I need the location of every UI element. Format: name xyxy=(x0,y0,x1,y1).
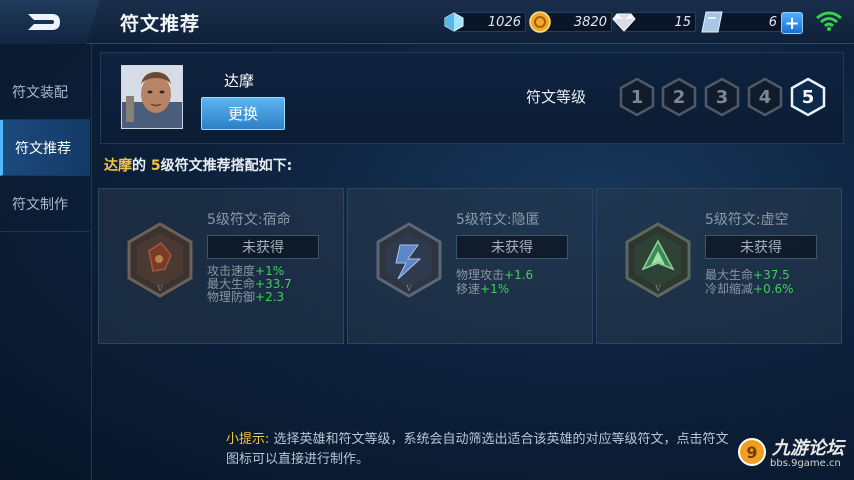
watermark-url: bbs.9game.cn xyxy=(770,458,841,469)
recommend-level: 5 xyxy=(150,158,161,174)
page-title: 符文推荐 xyxy=(120,13,201,35)
rune-void-icon: V xyxy=(625,222,691,298)
voucher-counter: 6 xyxy=(700,10,782,34)
hero-portrait-art xyxy=(122,66,182,128)
level-option-label: 1 xyxy=(630,86,644,108)
rune-attr: 物理攻击+1.6 xyxy=(456,268,534,282)
diamond-icon xyxy=(612,10,636,34)
level-option-1[interactable]: 1 xyxy=(618,77,656,117)
sidebar-item-rune-craft[interactable]: 符文制作 xyxy=(0,176,90,232)
rune-name: 5级符文:宿命 xyxy=(207,212,291,228)
voucher-icon xyxy=(700,10,724,34)
recharge-plus-button[interactable]: + xyxy=(781,12,803,34)
back-button[interactable] xyxy=(0,0,100,44)
level-option-2[interactable]: 2 xyxy=(660,77,698,117)
hero-portrait[interactable] xyxy=(121,65,183,129)
hero-name: 达摩 xyxy=(224,72,255,90)
rune-card-stealth[interactable]: V 5级符文:隐匿 未获得 物理攻击+1.6 移速+1% xyxy=(347,188,593,344)
recommend-hero-name: 达摩 xyxy=(104,158,132,174)
level-option-label: 3 xyxy=(715,86,729,108)
tip-text: 小提示: 选择英雄和符文等级，系统会自动筛选出适合该英雄的对应等级符文，点击符文… xyxy=(226,430,736,470)
sidebar-item-rune-recommend[interactable]: 符文推荐 xyxy=(0,120,90,176)
rune-card-void[interactable]: V 5级符文:虚空 未获得 最大生命+37.5 冷却缩减+0.6% xyxy=(596,188,842,344)
sidebar-item-rune-assemble[interactable]: 符文装配 xyxy=(0,64,90,120)
rune-status: 未获得 xyxy=(705,235,817,259)
svg-text:9: 9 xyxy=(746,443,757,462)
rune-name: 5级符文:虚空 xyxy=(705,212,789,228)
sidebar: 符文装配 符文推荐 符文制作 xyxy=(0,44,92,480)
rune-attr: 移速+1% xyxy=(456,282,510,296)
rune-stealth-icon: V xyxy=(376,222,442,298)
svg-text:V: V xyxy=(156,284,163,293)
rune-name: 5级符文:隐匿 xyxy=(456,212,540,228)
level-option-5[interactable]: 5 xyxy=(789,77,827,117)
recommend-suffix: 级符文推荐搭配如下: xyxy=(160,158,293,174)
wifi-icon xyxy=(815,10,843,36)
level-option-label: 4 xyxy=(758,86,772,108)
svg-text:V: V xyxy=(405,284,412,293)
tip-label: 小提示: xyxy=(226,432,270,447)
gold-counter: 3820 xyxy=(528,10,612,34)
rune-status: 未获得 xyxy=(207,235,319,259)
tip-body: 选择英雄和符文等级，系统会自动筛选出适合该英雄的对应等级符文，点击符文图标可以直… xyxy=(226,432,729,467)
level-option-3[interactable]: 3 xyxy=(703,77,741,117)
crystal-counter: 1026 xyxy=(442,10,526,34)
top-bar: 符文推荐 1026 3820 15 6 + xyxy=(0,0,854,44)
rune-attr: 最大生命+37.5 xyxy=(705,268,790,282)
level-option-4[interactable]: 4 xyxy=(746,77,784,117)
rune-status: 未获得 xyxy=(456,235,568,259)
level-option-label: 5 xyxy=(801,86,815,108)
rune-attr: 冷却缩减+0.6% xyxy=(705,282,794,296)
back-arrow-icon xyxy=(28,14,60,30)
level-option-label: 2 xyxy=(672,86,686,108)
rune-fate-icon: V xyxy=(127,222,193,298)
gold-coin-icon xyxy=(528,10,552,34)
crystal-icon xyxy=(442,10,466,34)
svg-text:V: V xyxy=(654,284,661,293)
recommend-middle: 的 xyxy=(132,158,146,174)
diamond-counter: 15 xyxy=(612,10,696,34)
recommend-heading: 达摩的 5级符文推荐搭配如下: xyxy=(104,155,292,175)
rune-card-fate[interactable]: V 5级符文:宿命 未获得 攻击速度+1% 最大生命+33.7 物理防御+2.3 xyxy=(98,188,344,344)
watermark-name: 九游论坛 xyxy=(772,438,844,459)
rune-attr: 物理防御+2.3 xyxy=(207,290,285,304)
rune-level-label: 符文等级 xyxy=(526,88,587,106)
change-hero-button[interactable]: 更换 xyxy=(201,97,285,130)
